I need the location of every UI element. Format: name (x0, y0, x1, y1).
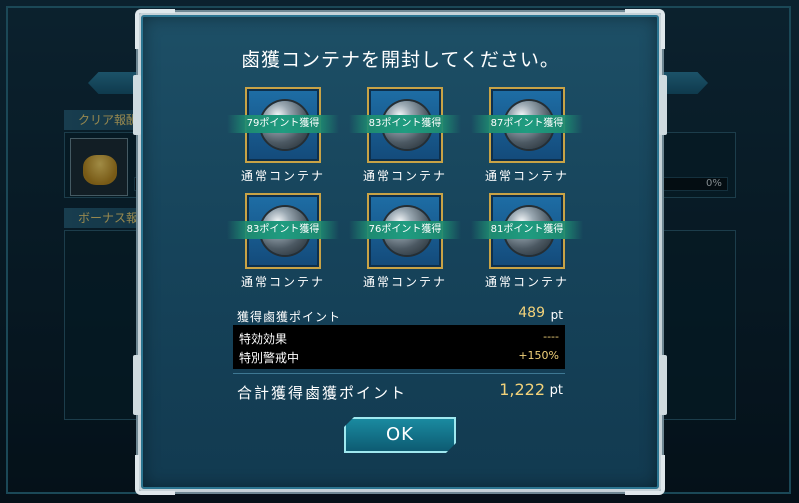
total-points-unit: pt (549, 383, 563, 398)
points-ribbon: 83ポイント獲得 (349, 115, 461, 133)
points-ribbon: 79ポイント獲得 (227, 115, 339, 133)
points-ribbon: 83ポイント獲得 (227, 221, 339, 239)
frame-corner (625, 455, 665, 495)
bonus-value: ---- (543, 330, 559, 343)
points-ribbon: 87ポイント獲得 (471, 115, 583, 133)
container-name: 通常コンテナ (362, 275, 447, 289)
container-item[interactable]: 83ポイント獲得 通常コンテナ (227, 193, 339, 293)
frame-corner (625, 9, 665, 49)
container-name: 通常コンテナ (240, 169, 325, 183)
points-ribbon: 81ポイント獲得 (471, 221, 583, 239)
container-name: 通常コンテナ (484, 275, 569, 289)
frame-corner (135, 455, 175, 495)
total-points-label: 合計獲得鹵獲ポイント (237, 384, 408, 402)
container-name: 通常コンテナ (484, 169, 569, 183)
acquired-points-row: 獲得鹵獲ポイント 489 pt (237, 305, 563, 327)
container-grid: 79ポイント獲得 通常コンテナ 83ポイント獲得 通常コンテナ 87ポイント獲得… (227, 87, 583, 305)
container-open-dialog: 鹵獲コンテナを開封してください。 79ポイント獲得 通常コンテナ 83ポイント獲… (133, 9, 667, 495)
frame-corner (135, 9, 175, 49)
ok-button[interactable]: OK (344, 417, 456, 453)
bonus-row: 特効効果 ---- (237, 328, 561, 347)
container-name: 通常コンテナ (362, 169, 447, 183)
points-ribbon: 76ポイント獲得 (349, 221, 461, 239)
bonus-value: +150% (518, 349, 559, 362)
acquired-points-value: 489 (518, 305, 545, 321)
total-points-row: 合計獲得鹵獲ポイント 1,222 pt (237, 379, 563, 405)
bonus-box: 特効効果 ---- 特別警戒中 +150% (233, 325, 565, 369)
bonus-row: 特別警戒中 +150% (237, 347, 561, 366)
acquired-points-label: 獲得鹵獲ポイント (237, 310, 342, 324)
container-item[interactable]: 76ポイント獲得 通常コンテナ (349, 193, 461, 293)
frame-bracket (659, 355, 667, 415)
container-item[interactable]: 81ポイント獲得 通常コンテナ (471, 193, 583, 293)
bonus-label: 特効効果 (239, 332, 288, 346)
total-points-value: 1,222 (499, 380, 545, 399)
frame-bracket (133, 355, 141, 415)
divider (233, 373, 565, 374)
container-item[interactable]: 87ポイント獲得 通常コンテナ (471, 87, 583, 187)
acquired-points-unit: pt (550, 308, 563, 322)
container-item[interactable]: 83ポイント獲得 通常コンテナ (349, 87, 461, 187)
container-item[interactable]: 79ポイント獲得 通常コンテナ (227, 87, 339, 187)
frame-bracket (659, 75, 667, 135)
bonus-label: 特別警戒中 (239, 351, 300, 365)
frame-bracket (133, 75, 141, 135)
dialog-title: 鹵獲コンテナを開封してください。 (241, 49, 560, 71)
container-name: 通常コンテナ (240, 275, 325, 289)
